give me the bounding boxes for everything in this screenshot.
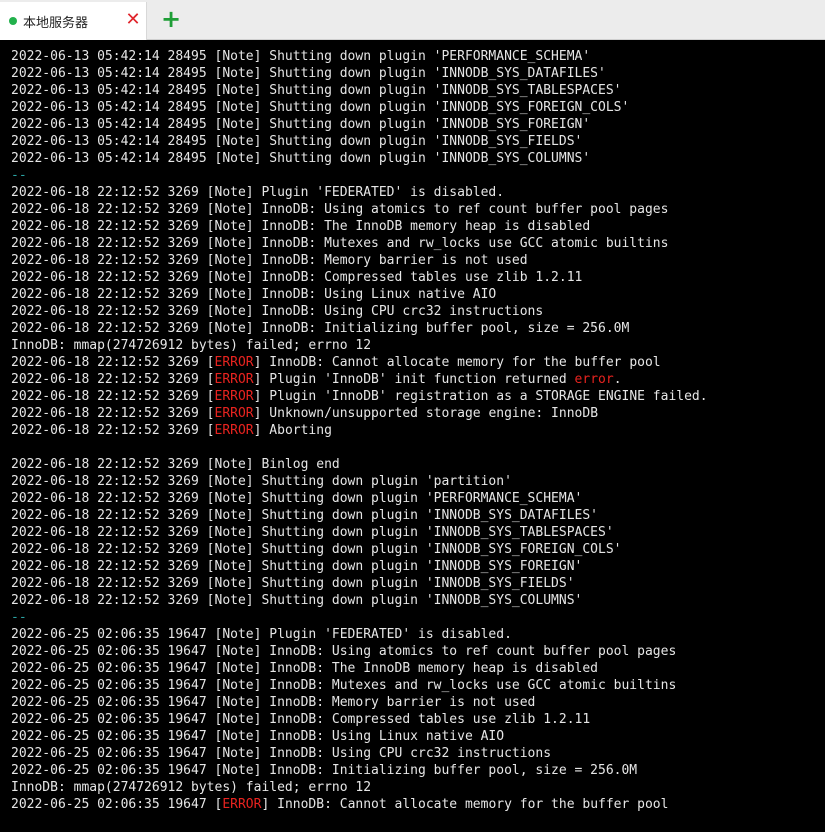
log-separator: -- [11,168,27,183]
log-line: 2022-06-18 22:12:52 3269 [Note] InnoDB: … [11,270,583,285]
log-line: 2022-06-25 02:06:35 19647 [Note] InnoDB:… [11,644,677,659]
log-line: 2022-06-25 02:06:35 19647 [Note] Plugin … [11,627,512,642]
log-line: 2022-06-18 22:12:52 3269 [Note] Shutting… [11,491,583,506]
log-line: 2022-06-18 22:12:52 3269 [Note] Shutting… [11,559,583,574]
log-line: 2022-06-18 22:12:52 3269 [Note] InnoDB: … [11,219,591,234]
add-tab-icon[interactable]: + [159,7,183,31]
log-line: 2022-06-25 02:06:35 19647 [Note] InnoDB:… [11,661,598,676]
log-line: 2022-06-13 05:42:14 28495 [Note] Shuttin… [11,134,583,149]
tab-local-server[interactable]: 本地服务器 ✕ [0,2,147,40]
log-line: 2022-06-18 22:12:52 3269 [Note] Binlog e… [11,457,340,472]
tab-bar: 本地服务器 ✕ + [0,0,825,40]
log-line: 2022-06-18 22:12:52 3269 [Note] InnoDB: … [11,202,669,217]
log-line: 2022-06-18 22:12:52 3269 [Note] Shutting… [11,542,622,557]
log-lines: 2022-06-13 05:42:14 28495 [Note] Shuttin… [11,48,825,813]
log-line: 2022-06-25 02:06:35 19647 [Note] InnoDB:… [11,746,552,761]
log-line: 2022-06-18 22:12:52 3269 [Note] InnoDB: … [11,287,497,302]
log-line: InnoDB: mmap(274726912 bytes) failed; er… [11,780,372,795]
log-line: 2022-06-18 22:12:52 3269 [Note] Shutting… [11,474,512,489]
log-line: 2022-06-13 05:42:14 28495 [Note] Shuttin… [11,151,591,166]
log-line: 2022-06-18 22:12:52 3269 [Note] Shutting… [11,593,583,608]
terminal-output[interactable]: 2022-06-13 05:42:14 28495 [Note] Shuttin… [0,40,825,832]
connection-status-icon [9,17,17,25]
log-line: 2022-06-18 22:12:52 3269 [ERROR] InnoDB:… [11,355,661,370]
log-separator: -- [11,610,27,625]
log-line: 2022-06-18 22:12:52 3269 [ERROR] Plugin … [11,372,622,387]
log-line: 2022-06-13 05:42:14 28495 [Note] Shuttin… [11,83,622,98]
log-line: 2022-06-18 22:12:52 3269 [Note] InnoDB: … [11,253,528,268]
log-line: 2022-06-25 02:06:35 19647 [Note] InnoDB:… [11,712,591,727]
error-tag: ERROR [214,372,254,387]
log-line: 2022-06-18 22:12:52 3269 [Note] InnoDB: … [11,321,630,336]
error-word: error [574,372,614,387]
log-line: 2022-06-13 05:42:14 28495 [Note] Shuttin… [11,117,591,132]
log-line: 2022-06-18 22:12:52 3269 [ERROR] Plugin … [11,389,708,404]
log-line: 2022-06-18 22:12:52 3269 [Note] InnoDB: … [11,236,669,251]
log-line: 2022-06-25 02:06:35 19647 [ERROR] InnoDB… [11,797,669,812]
log-line: 2022-06-25 02:06:35 19647 [Note] InnoDB:… [11,729,505,744]
log-line: 2022-06-25 02:06:35 19647 [Note] InnoDB:… [11,695,536,710]
error-tag: ERROR [214,423,254,438]
log-line: 2022-06-18 22:12:52 3269 [ERROR] Abortin… [11,423,332,438]
log-line: 2022-06-18 22:12:52 3269 [Note] Plugin '… [11,185,505,200]
log-line: 2022-06-18 22:12:52 3269 [ERROR] Unknown… [11,406,599,421]
log-line: 2022-06-18 22:12:52 3269 [Note] Shutting… [11,508,598,523]
log-line: 2022-06-13 05:42:14 28495 [Note] Shuttin… [11,49,591,64]
log-line: InnoDB: mmap(274726912 bytes) failed; er… [11,338,372,353]
tab-label: 本地服务器 [23,16,89,31]
close-icon[interactable]: ✕ [123,9,143,31]
log-line: 2022-06-13 05:42:14 28495 [Note] Shuttin… [11,100,630,115]
error-tag: ERROR [222,797,262,812]
log-line: 2022-06-18 22:12:52 3269 [Note] Shutting… [11,525,614,540]
error-tag: ERROR [214,406,254,421]
log-line: 2022-06-13 05:42:14 28495 [Note] Shuttin… [11,66,606,81]
error-tag: ERROR [214,389,254,404]
log-line: 2022-06-25 02:06:35 19647 [Note] InnoDB:… [11,763,638,778]
log-line: 2022-06-18 22:12:52 3269 [Note] InnoDB: … [11,304,544,319]
log-line: 2022-06-25 02:06:35 19647 [Note] InnoDB:… [11,678,677,693]
error-tag: ERROR [214,355,254,370]
log-line: 2022-06-18 22:12:52 3269 [Note] Shutting… [11,576,575,591]
